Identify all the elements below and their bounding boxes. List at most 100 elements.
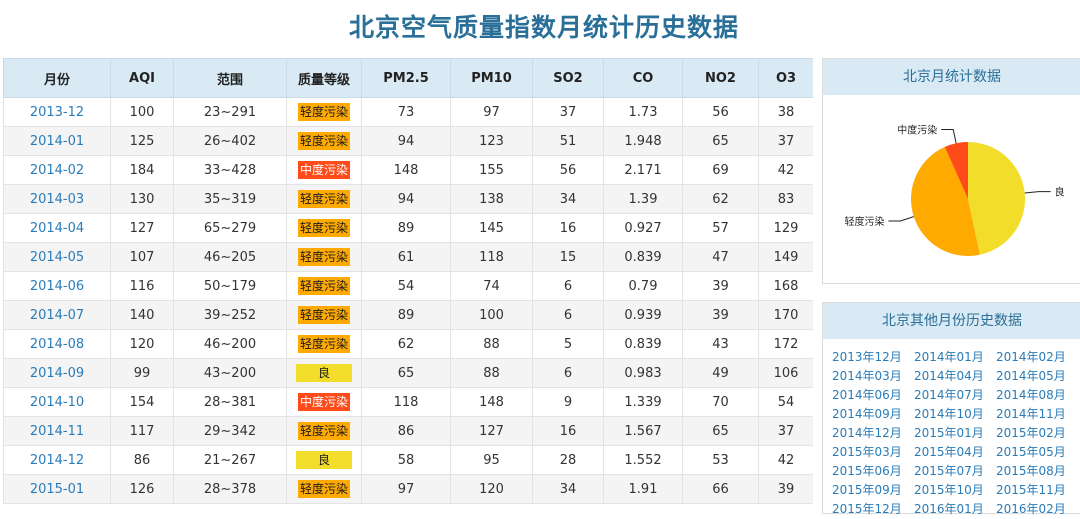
month-link[interactable]: 2014-11	[3, 416, 111, 446]
history-month-link[interactable]: 2015年06月	[832, 462, 914, 481]
quality-level-badge: 轻度污染	[297, 219, 350, 237]
table-cell: 56	[682, 97, 759, 127]
history-month-link[interactable]: 2015年11月	[996, 481, 1078, 500]
table-cell: 69	[682, 155, 759, 185]
pie-leader-line	[888, 216, 914, 222]
history-month-link[interactable]: 2014年11月	[996, 405, 1078, 424]
table-cell: 65	[682, 126, 759, 156]
month-link[interactable]: 2014-02	[3, 155, 111, 185]
column-header: PM10	[450, 58, 533, 98]
quality-level-badge: 轻度污染	[297, 248, 350, 266]
table-cell: 9	[532, 387, 604, 417]
history-month-link[interactable]: 2015年12月	[832, 500, 914, 519]
table-row: 2014-09 99 43~200 良 65 88 6 0.983 49 106	[3, 358, 813, 388]
table-cell: 126	[110, 474, 174, 504]
table-cell: 28	[532, 445, 604, 475]
table-cell: 0.839	[603, 329, 683, 359]
month-link[interactable]: 2014-06	[3, 271, 111, 301]
table-cell: 168	[758, 271, 813, 301]
table-cell: 86	[110, 445, 174, 475]
table-cell: 21~267	[173, 445, 287, 475]
month-link[interactable]: 2014-08	[3, 329, 111, 359]
table-cell: 54	[361, 271, 451, 301]
history-month-link[interactable]: 2013年12月	[832, 348, 914, 367]
history-month-link[interactable]: 2014年02月	[996, 348, 1078, 367]
table-cell: 73	[361, 97, 451, 127]
quality-level-badge: 轻度污染	[297, 277, 350, 295]
table-cell: 37	[532, 97, 604, 127]
history-month-link[interactable]: 2015年03月	[832, 443, 914, 462]
table-cell: 120	[450, 474, 533, 504]
table-cell: 37	[758, 126, 813, 156]
table-cell: 118	[450, 242, 533, 272]
quality-level-badge: 轻度污染	[297, 480, 350, 498]
table-cell: 58	[361, 445, 451, 475]
history-month-link[interactable]: 2014年08月	[996, 386, 1078, 405]
quality-level-cell: 良	[286, 445, 362, 475]
table-cell: 129	[758, 213, 813, 243]
month-link[interactable]: 2013-12	[3, 97, 111, 127]
quality-level-badge: 中度污染	[297, 161, 350, 179]
history-month-link[interactable]: 2014年06月	[832, 386, 914, 405]
history-month-link[interactable]: 2015年08月	[996, 462, 1078, 481]
history-month-link[interactable]: 2014年03月	[832, 367, 914, 386]
month-link[interactable]: 2015-01	[3, 474, 111, 504]
table-row: 2014-02 184 33~428 中度污染 148 155 56 2.171 69 42	[3, 155, 813, 185]
history-month-link[interactable]: 2015年10月	[914, 481, 996, 500]
quality-level-badge: 中度污染	[297, 393, 350, 411]
quality-level-cell: 中度污染	[286, 387, 362, 417]
table-cell: 26~402	[173, 126, 287, 156]
history-month-link[interactable]: 2014年07月	[914, 386, 996, 405]
history-month-link[interactable]: 2016年02月	[996, 500, 1078, 519]
table-cell: 6	[532, 300, 604, 330]
monthly-stats-panel: 北京月统计数据 良轻度污染 中度污染	[822, 58, 1080, 284]
month-link[interactable]: 2014-09	[3, 358, 111, 388]
quality-level-cell: 轻度污染	[286, 97, 362, 127]
table-row: 2014-07 140 39~252 轻度污染 89 100 6 0.939 39 170	[3, 300, 813, 330]
table-cell: 39	[682, 300, 759, 330]
history-month-link[interactable]: 2014年12月	[832, 424, 914, 443]
month-link[interactable]: 2014-05	[3, 242, 111, 272]
table-cell: 127	[110, 213, 174, 243]
table-cell: 42	[758, 445, 813, 475]
month-link[interactable]: 2014-12	[3, 445, 111, 475]
table-cell: 94	[361, 184, 451, 214]
table-cell: 33~428	[173, 155, 287, 185]
table-cell: 86	[361, 416, 451, 446]
table-cell: 97	[450, 97, 533, 127]
column-header: 质量等级	[286, 58, 362, 98]
history-month-link[interactable]: 2016年01月	[914, 500, 996, 519]
history-month-link[interactable]: 2014年05月	[996, 367, 1078, 386]
table-cell: 37	[758, 416, 813, 446]
history-month-link[interactable]: 2015年04月	[914, 443, 996, 462]
month-link[interactable]: 2014-07	[3, 300, 111, 330]
month-link[interactable]: 2014-03	[3, 184, 111, 214]
quality-level-cell: 轻度污染	[286, 416, 362, 446]
pie-slice	[968, 142, 1025, 255]
history-month-link[interactable]: 2014年04月	[914, 367, 996, 386]
quality-level-badge: 轻度污染	[297, 335, 350, 353]
history-month-link[interactable]: 2014年09月	[832, 405, 914, 424]
history-month-link[interactable]: 2015年05月	[996, 443, 1078, 462]
table-cell: 29~342	[173, 416, 287, 446]
history-month-link[interactable]: 2015年01月	[914, 424, 996, 443]
quality-level-badge: 良	[296, 364, 352, 382]
table-cell: 88	[450, 329, 533, 359]
month-link[interactable]: 2014-01	[3, 126, 111, 156]
quality-level-badge: 轻度污染	[297, 422, 350, 440]
table-cell: 0.927	[603, 213, 683, 243]
history-month-link[interactable]: 2015年02月	[996, 424, 1078, 443]
table-cell: 28~381	[173, 387, 287, 417]
table-cell: 35~319	[173, 184, 287, 214]
table-cell: 172	[758, 329, 813, 359]
month-link[interactable]: 2014-04	[3, 213, 111, 243]
table-header-row: 月份 AQI 范围 质量等级 PM2.5 PM10 SO2 CO NO2 O3	[3, 58, 813, 98]
month-link[interactable]: 2014-10	[3, 387, 111, 417]
table-cell: 88	[450, 358, 533, 388]
table-cell: 0.839	[603, 242, 683, 272]
history-month-link[interactable]: 2015年09月	[832, 481, 914, 500]
history-month-link[interactable]: 2014年01月	[914, 348, 996, 367]
history-month-link[interactable]: 2014年10月	[914, 405, 996, 424]
table-row: 2014-05 107 46~205 轻度污染 61 118 15 0.839 47 149	[3, 242, 813, 272]
history-month-link[interactable]: 2015年07月	[914, 462, 996, 481]
